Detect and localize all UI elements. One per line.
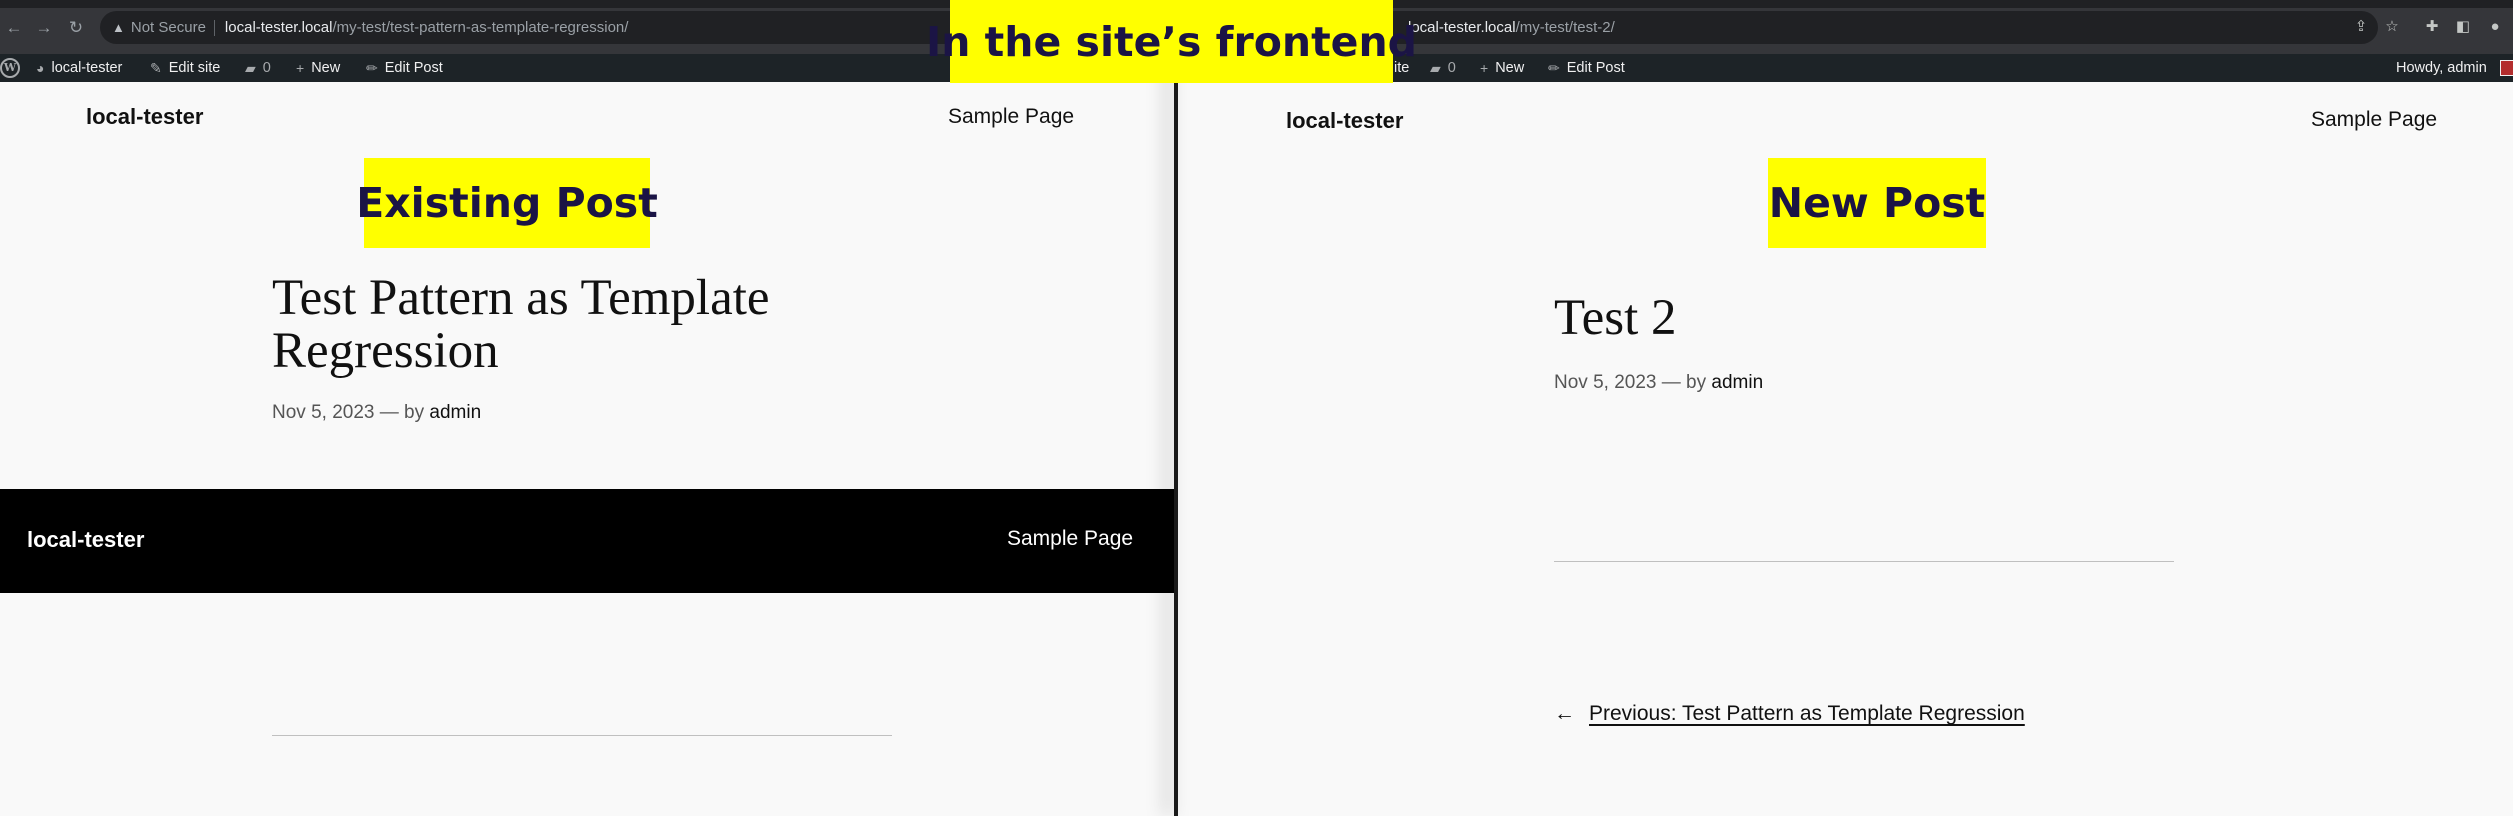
left-browser-window: ← → ↻ ▲ Not Secure local-tester.local/my-t… xyxy=(0,0,1174,816)
site-title-link[interactable]: local-tester xyxy=(86,104,203,130)
comment-icon: ▰ xyxy=(1430,60,1441,76)
footer-nav-sample-page[interactable]: Sample Page xyxy=(1007,527,1133,551)
edit-post-link[interactable]: ✏ Edit Post xyxy=(366,54,443,82)
omnibox-divider xyxy=(213,20,215,37)
post-by: — by xyxy=(379,402,425,423)
wp-menu[interactable]: W xyxy=(0,54,20,82)
post-meta: Nov 5, 2023 — by admin xyxy=(272,402,481,424)
warning-icon: ▲ xyxy=(112,20,125,35)
comment-icon: ▰ xyxy=(245,60,256,76)
left-arrow-icon: ← xyxy=(1554,702,1575,725)
nav-sample-page[interactable]: Sample Page xyxy=(2311,108,2437,132)
avatar xyxy=(2499,60,2513,76)
previous-post-label: Previous: Test Pattern as Template Regre… xyxy=(1589,702,2025,725)
pencil-icon: ✏ xyxy=(1548,60,1560,76)
annotation-frontend-label: In the site’s frontend xyxy=(926,0,1417,83)
my-account-menu[interactable]: Howdy, admin xyxy=(2396,54,2513,82)
post-author[interactable]: admin xyxy=(429,402,481,423)
right-browser-window: local-tester.local/my-test/test-2/ ⇪ ☆ ✚… xyxy=(1178,0,2513,816)
pencil-icon: ✏ xyxy=(366,60,378,76)
edit-post-label: Edit Post xyxy=(1566,60,1625,76)
new-label: New xyxy=(311,60,341,76)
template-part-band: local-tester Sample Page xyxy=(0,489,1174,593)
share-icon[interactable]: ⇪ xyxy=(2351,17,2371,37)
howdy-label: Howdy, admin xyxy=(2396,60,2487,76)
footer-site-title[interactable]: local-tester xyxy=(27,527,144,553)
edit-site-link[interactable]: ✎ Edit site xyxy=(150,54,220,82)
previous-post-link[interactable]: ← Previous: Test Pattern as Template Regr… xyxy=(1554,702,2025,726)
post-by: — by xyxy=(1661,372,1707,393)
post-meta: Nov 5, 2023 — by admin xyxy=(1554,372,1763,394)
security-status: Not Secure xyxy=(130,19,206,36)
dashboard-icon: ◕ xyxy=(36,60,45,76)
url-host: local-tester.local xyxy=(224,19,333,36)
edit-site-label: Edit site xyxy=(168,60,221,76)
url-path: /my-test/test-pattern-as-template-regres… xyxy=(332,19,629,36)
new-label: New xyxy=(1495,60,1525,76)
comments-count: 0 xyxy=(262,60,271,76)
site-title-link[interactable]: local-tester xyxy=(1286,108,1403,134)
comments-link[interactable]: ▰ 0 xyxy=(1430,54,1456,82)
comments-link[interactable]: ▰ 0 xyxy=(245,54,271,82)
star-icon[interactable]: ☆ xyxy=(2382,17,2402,37)
annotation-existing-post: Existing Post xyxy=(356,158,658,248)
puzzle-icon[interactable]: ✚ xyxy=(2422,17,2442,37)
post-title: Test Pattern as Template Regression xyxy=(272,270,770,379)
plus-icon: + xyxy=(296,60,305,76)
url-host: local-tester.local xyxy=(1408,19,1516,36)
brush-icon: ✎ xyxy=(150,60,162,76)
left-arrow-icon[interactable]: ← xyxy=(4,18,24,38)
new-content-menu[interactable]: + New xyxy=(296,54,340,82)
reload-icon[interactable]: ↻ xyxy=(66,18,86,38)
post-date[interactable]: Nov 5, 2023 xyxy=(272,402,374,423)
separator-line xyxy=(1554,561,2174,562)
post-date[interactable]: Nov 5, 2023 xyxy=(1554,372,1656,393)
comments-count: 0 xyxy=(1447,60,1456,76)
nav-sample-page[interactable]: Sample Page xyxy=(948,105,1074,129)
post-author[interactable]: admin xyxy=(1711,372,1763,393)
profile-icon[interactable]: ● xyxy=(2485,17,2505,37)
separator-line xyxy=(272,735,892,736)
wordpress-logo-icon: W xyxy=(0,58,20,78)
site-name-label: local-tester xyxy=(51,60,123,76)
new-content-menu[interactable]: + New xyxy=(1480,54,1524,82)
sidebar-icon[interactable]: ◧ xyxy=(2453,17,2473,37)
post-title: Test 2 xyxy=(1554,290,1677,346)
edit-post-label: Edit Post xyxy=(384,60,443,76)
pane-divider xyxy=(1174,0,1178,816)
plus-icon: + xyxy=(1480,60,1489,76)
edit-post-link[interactable]: ✏ Edit Post xyxy=(1548,54,1625,82)
address-bar[interactable]: local-tester.local/my-test/test-2/ xyxy=(1378,11,2378,44)
right-arrow-icon[interactable]: → xyxy=(34,18,54,38)
url-path: /my-test/test-2/ xyxy=(1515,19,1615,36)
site-name-menu[interactable]: ◕ local-tester xyxy=(36,54,122,82)
annotation-new-post: New Post xyxy=(1768,158,1986,248)
